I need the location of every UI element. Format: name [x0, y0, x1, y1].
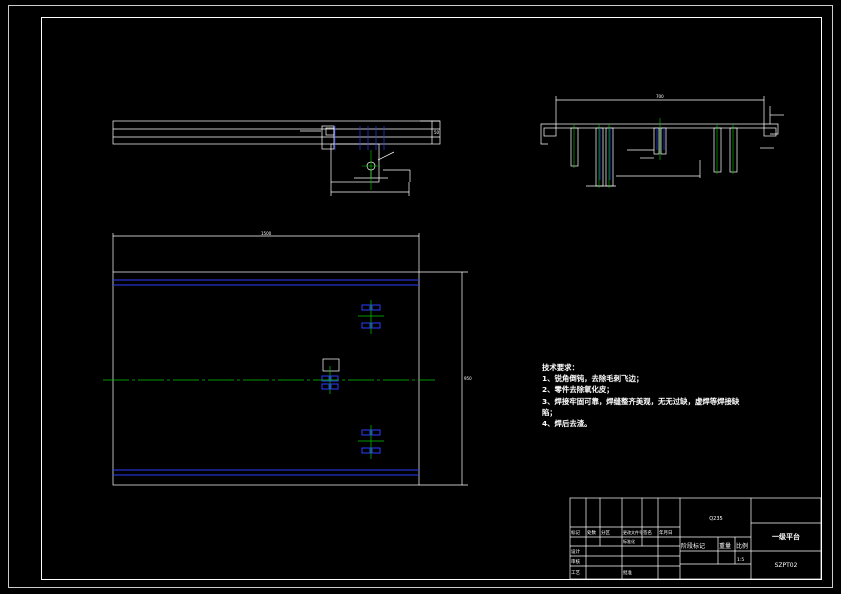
tech-item: 2、零件去除氧化皮；	[542, 385, 614, 395]
tech-item: 4、焊后去渣。	[542, 419, 592, 429]
plan-view-centerlines	[103, 300, 435, 459]
plan-width-dim: 1500	[261, 231, 272, 236]
role-review: 审核	[571, 558, 580, 565]
drawing-number: SZPT02	[775, 562, 798, 569]
cell-zone: 分区	[601, 529, 610, 536]
cell-sign: 签名	[643, 529, 652, 536]
side-overall-dim: 700	[656, 94, 664, 99]
tech-item: 陷；	[542, 407, 557, 417]
cell-change-doc: 更改文件号	[623, 529, 643, 535]
plan-depth-dim: 950	[464, 376, 472, 381]
tech-item: 1、锐角倒钝，去除毛刺飞边；	[542, 374, 644, 384]
front-height-dim: 50	[434, 130, 440, 135]
tech-item: 3、焊接牢固可靠，焊缝整齐美观，无无过缺，虚焊等焊接缺	[542, 396, 740, 406]
cell-marker: 标记	[571, 529, 580, 536]
plan-view-hidden	[113, 279, 419, 476]
drawing-title: 一级平台	[772, 532, 800, 541]
inner-border	[41, 17, 822, 580]
drawing-sheet: 50 700 1500 950 Q235 一级平台 SZPT02 标记 处数 分…	[8, 5, 833, 588]
tech-heading: 技术要求：	[542, 363, 579, 372]
role-process: 工艺	[571, 570, 580, 576]
scale-value: 1:5	[737, 557, 744, 563]
role-design: 设计	[571, 548, 580, 555]
side-view-centerlines	[573, 118, 734, 188]
cell-date: 年月日	[659, 529, 673, 536]
role-standard: 标准化	[623, 538, 635, 544]
cell-count: 处数	[587, 529, 596, 536]
stage-mark-label: 阶段标记	[681, 542, 705, 550]
side-view	[540, 96, 784, 187]
front-view	[112, 120, 441, 196]
front-view-centerlines	[362, 150, 380, 190]
weight-label: 重量	[719, 542, 731, 550]
front-view-hidden	[334, 126, 385, 150]
material-label: Q235	[709, 516, 722, 522]
technical-requirements: 技术要求： 1、锐角倒钝，去除毛刺飞边； 2、零件去除氧化皮； 3、焊接牢固可靠…	[542, 362, 792, 429]
plan-view	[112, 233, 468, 486]
scale-label: 比例	[736, 542, 748, 550]
role-approve: 批准	[623, 569, 632, 576]
outer-border	[8, 5, 833, 588]
